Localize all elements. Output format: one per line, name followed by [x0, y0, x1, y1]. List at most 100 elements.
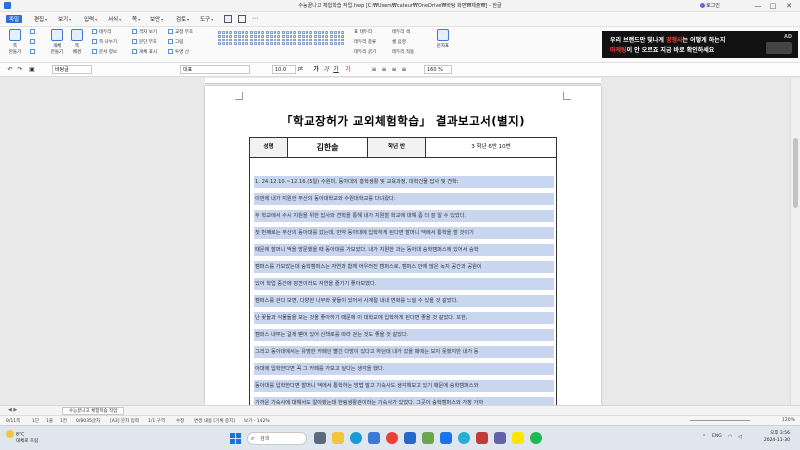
spotify-icon[interactable] [530, 432, 542, 444]
check-memo[interactable]: 교정 부호 [168, 29, 193, 35]
border-apply-button[interactable]: 테두리 적용 [392, 49, 414, 55]
windows-start-button[interactable] [230, 433, 241, 444]
menu-review[interactable]: 검토▾ [176, 15, 189, 23]
table-style-1[interactable] [218, 31, 232, 45]
volume-icon[interactable]: ◁ [738, 434, 742, 440]
login-button[interactable]: 로그인 [700, 2, 720, 9]
menu-security[interactable]: 보안▾ [150, 15, 163, 23]
scroll-thumb[interactable] [793, 138, 798, 208]
grade-value[interactable]: 3 학년 6반 10번 [426, 138, 556, 157]
align-center-icon[interactable]: ≡ [380, 65, 388, 74]
tray-lang[interactable]: ENG [712, 434, 722, 439]
check-picture[interactable]: 문단 부호 [132, 39, 157, 45]
text-color-button[interactable]: 가 [344, 65, 352, 74]
vertical-scrollbar[interactable] [790, 78, 800, 405]
ad-banner[interactable]: 우리 브랜드만 빛나게 경쟁사는 어떻게 하는지 마케팅이 안 오르죠 지금 바… [602, 31, 798, 58]
font-select[interactable]: 대표 [180, 65, 250, 74]
store-icon[interactable] [368, 432, 380, 444]
cell-shade-button[interactable]: 셀 음영 [392, 39, 406, 45]
taskbar-clock[interactable]: 오후 3:56 2024-11-30 [748, 430, 790, 444]
zoom-value[interactable]: 120% [782, 418, 795, 423]
edge-icon[interactable] [350, 432, 362, 444]
check-transparent[interactable]: 개체 표시 [132, 49, 157, 55]
page-background-button[interactable]: 쪽 배경 [68, 29, 86, 55]
chrome-icon[interactable] [386, 432, 398, 444]
border-width-button[interactable]: 테두리 굵기 [354, 49, 376, 55]
tab-document[interactable]: 수능끝나고 체험학습 작업 [62, 407, 125, 415]
media-icon[interactable] [476, 432, 488, 444]
menu-view[interactable]: 보기▾ [58, 15, 71, 23]
redo-icon[interactable]: ↷ [16, 65, 24, 74]
check-zoom[interactable]: 투명 선 [168, 49, 189, 55]
table-border-button[interactable]: 표 테두리 [354, 29, 372, 35]
whale-icon[interactable] [458, 432, 470, 444]
tray-chevron-icon[interactable]: ⌃ [702, 434, 706, 440]
align-left-icon[interactable]: ≡ [370, 65, 378, 74]
text-line: 있어 학업 중간에 잠깐이라도 자연을 즐기기 좋아보였다. [254, 278, 554, 290]
kakaotalk-icon[interactable] [512, 432, 524, 444]
maximize-button[interactable]: □ [767, 1, 779, 11]
bold-button[interactable]: 가 [312, 65, 320, 74]
view-toggle-icon[interactable] [224, 15, 232, 23]
close-button[interactable]: ✕ [783, 1, 795, 11]
check-border[interactable] [30, 29, 37, 35]
check-grid[interactable]: 테두리 [92, 29, 111, 35]
weather-widget[interactable]: 8°C 대체로 흐림 [6, 430, 38, 444]
line-spacing-select[interactable]: 160 % [424, 65, 452, 74]
table-style-5[interactable] [282, 31, 296, 45]
explorer-icon[interactable] [332, 432, 344, 444]
italic-button[interactable]: 가 [322, 65, 330, 74]
check-para-mark[interactable]: 쪽 나누기 [92, 39, 117, 45]
style-select[interactable]: 바탕글 [52, 65, 92, 74]
page-create-button[interactable]: 쪽 만들기 [6, 29, 24, 55]
table-style-6[interactable] [298, 31, 312, 45]
check-page-break[interactable] [30, 39, 37, 45]
format-bar: ↶ ↷ ▣ 바탕글 대표 10.0 pt 가 가 가 가 ≡ ≡ ≡ ≡ 160… [0, 63, 800, 77]
minimize-button[interactable]: — [752, 1, 764, 11]
char-map-button[interactable]: 문자표 [434, 29, 452, 49]
document-page[interactable]: 「학교장허가 교외체험학습」 결과보고서(별지) 성명 김한솔 학년 반 3 학… [205, 86, 601, 405]
align-right-icon[interactable]: ≡ [390, 65, 398, 74]
table-style-2[interactable] [234, 31, 248, 45]
menu-insert[interactable]: 입력▾ [84, 15, 97, 23]
font-size-input[interactable]: 10.0 [272, 65, 296, 74]
text-line: 아대에 입학한다면 꼭 그 카페를 가보고 싶다는 생각을 했다. [254, 363, 554, 375]
text-line: 그리고 동아대에서는 유명한 카페인 빨간 다방이 있다고 하던데 내가 갔을 … [254, 346, 554, 358]
menu-tools[interactable]: 도구▾ [200, 15, 213, 23]
check-layout-code[interactable]: 그림 [168, 39, 183, 45]
status-mode[interactable]: 수정 [176, 418, 184, 424]
check-proof[interactable]: 격자 보기 [132, 29, 157, 35]
taskbar-search[interactable]: ⌕ 검색 [247, 432, 307, 445]
status-track-changes[interactable]: 변경 내용 [기록 중지] [194, 418, 235, 424]
table-style-7[interactable] [314, 31, 328, 45]
layout-icon[interactable] [238, 15, 246, 23]
check-object[interactable]: 문서 정보 [92, 49, 117, 55]
justify-icon[interactable]: ≡ [400, 65, 408, 74]
menu-edit[interactable]: 편집▾ [34, 15, 47, 23]
object-create-button[interactable]: 개체 만들기 [48, 29, 66, 55]
task-view-icon[interactable] [314, 432, 326, 444]
save-icon[interactable]: ▣ [28, 65, 36, 74]
photos-icon[interactable] [422, 432, 434, 444]
teams-icon[interactable] [494, 432, 506, 444]
mail-icon[interactable] [404, 432, 416, 444]
border-type-button[interactable]: 테두리 종류 [354, 39, 376, 45]
border-color-button[interactable]: 테두리 색 [392, 29, 410, 35]
more-icon[interactable]: ⋯ [252, 15, 258, 22]
status-page[interactable]: 9/11쪽 [6, 418, 20, 424]
hwp-icon[interactable] [440, 432, 452, 444]
table-style-3[interactable] [250, 31, 264, 45]
underline-button[interactable]: 가 [332, 65, 340, 74]
wifi-icon[interactable]: ◠ [728, 434, 732, 440]
menu-page[interactable]: 쪽▾ [132, 15, 140, 23]
tab-nav-arrows[interactable]: ◀ ▶ [8, 407, 17, 413]
name-value[interactable]: 김한솔 [288, 138, 368, 157]
menu-file[interactable]: 파일 [6, 15, 23, 23]
menu-format[interactable]: 서식▾ [108, 15, 121, 23]
undo-icon[interactable]: ↶ [6, 65, 14, 74]
check-doc-info[interactable] [30, 49, 37, 55]
table-style-4[interactable] [266, 31, 280, 45]
report-body[interactable]: 1. 24.12.10.~12.16.(5일) 수원미, 동아대의 홍학생활 및… [249, 158, 557, 405]
table-style-8[interactable] [330, 31, 344, 45]
zoom-slider[interactable] [690, 420, 750, 421]
